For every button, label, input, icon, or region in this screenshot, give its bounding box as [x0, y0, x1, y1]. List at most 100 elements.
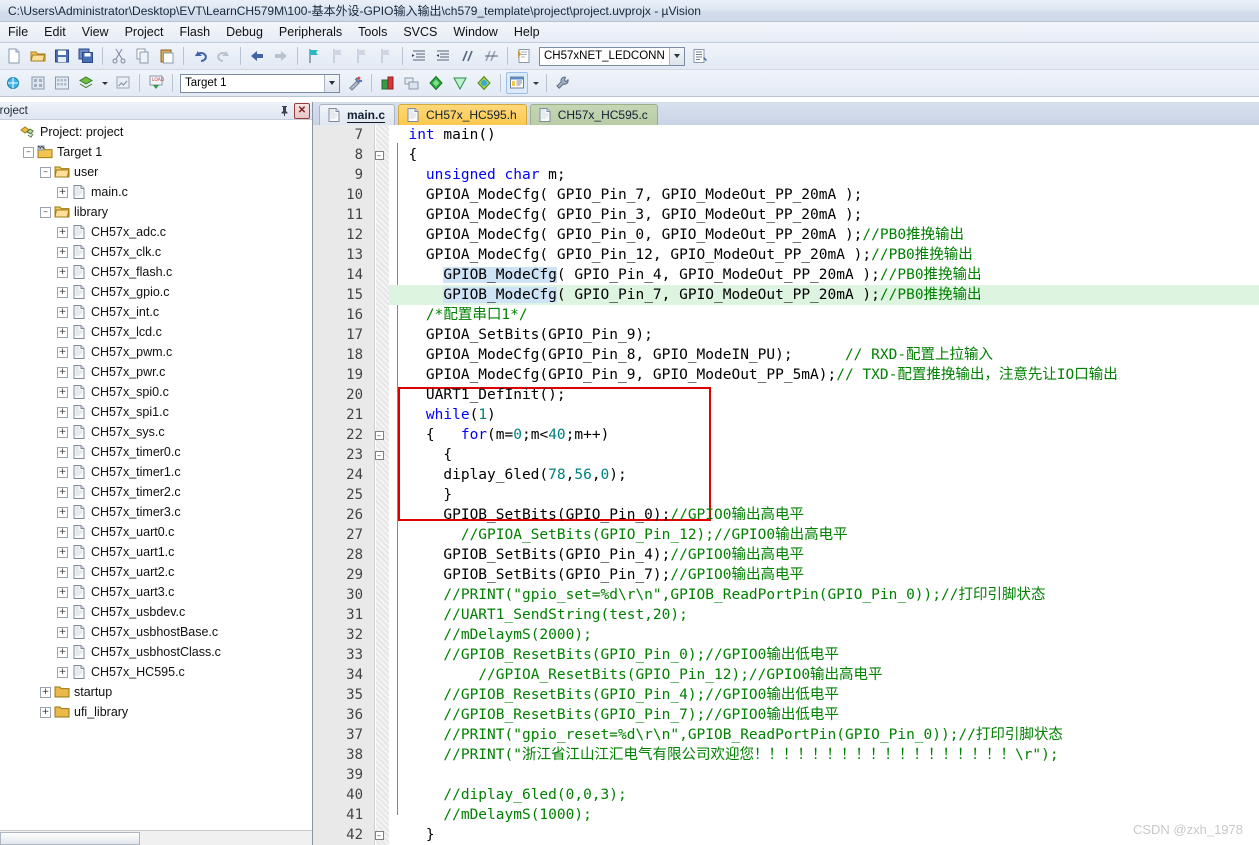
tree-item[interactable]: + CH57x_lcd.c — [0, 322, 312, 342]
fold-toggle-icon[interactable]: – — [369, 830, 389, 840]
save-all-icon[interactable] — [75, 45, 97, 67]
target-combo[interactable]: Target 1 — [180, 73, 340, 93]
menu-item-peripherals[interactable]: Peripherals — [271, 23, 350, 41]
manage-components-diamond-icon[interactable] — [449, 72, 471, 94]
expand-icon[interactable]: + — [57, 666, 68, 678]
expand-icon[interactable]: + — [57, 506, 68, 518]
code-line[interactable]: 18 GPIOA_ModeCfg(GPIO_Pin_8, GPIO_ModeIN… — [313, 345, 1259, 365]
open-file-icon[interactable] — [27, 45, 49, 67]
code-line[interactable]: 42– } — [313, 825, 1259, 845]
expand-icon[interactable]: + — [57, 366, 68, 378]
code-line[interactable]: 33 //GPIOB_ResetBits(GPIO_Pin_0);//GPIO0… — [313, 645, 1259, 665]
tree-item[interactable]: + CH57x_adc.c — [0, 222, 312, 242]
fold-toggle-icon[interactable]: – — [369, 450, 389, 460]
batch-build-dropdown[interactable] — [99, 72, 110, 94]
expand-icon[interactable]: + — [57, 526, 68, 538]
expand-icon[interactable]: + — [57, 266, 68, 278]
code-line[interactable]: 24 diplay_6led(78,56,0); — [313, 465, 1259, 485]
indent-icon[interactable] — [408, 45, 430, 67]
code-line[interactable]: 7 int main() — [313, 125, 1259, 145]
code-line[interactable]: 20 UART1_DefInit(); — [313, 385, 1259, 405]
expand-icon[interactable]: + — [40, 706, 51, 718]
new-file-icon[interactable] — [3, 45, 25, 67]
chevron-down-icon[interactable] — [669, 47, 684, 65]
bookmark-clear-icon[interactable] — [375, 45, 397, 67]
code-line[interactable]: 40 //diplay_6led(0,0,3); — [313, 785, 1259, 805]
navigate-forward-icon[interactable] — [270, 45, 292, 67]
expand-icon[interactable]: + — [57, 446, 68, 458]
code-line[interactable]: 15 GPIOB_ModeCfg( GPIO_Pin_7, GPIO_ModeO… — [313, 285, 1259, 306]
expand-icon[interactable]: + — [40, 686, 51, 698]
code-line[interactable]: 30 //PRINT("gpio_set=%d\r\n",GPIOB_ReadP… — [313, 585, 1259, 605]
manage-runtime-icon[interactable] — [377, 72, 399, 94]
tree-item[interactable]: + CH57x_uart1.c — [0, 542, 312, 562]
tree-item[interactable]: + CH57x_int.c — [0, 302, 312, 322]
paste-icon[interactable] — [156, 45, 178, 67]
cut-icon[interactable] — [108, 45, 130, 67]
scrollbar-thumb[interactable] — [0, 832, 140, 845]
expand-icon[interactable]: + — [57, 186, 68, 198]
code-line[interactable]: 16 /*配置串口1*/ — [313, 305, 1259, 325]
target-options-icon[interactable] — [344, 72, 366, 94]
code-line[interactable]: 17 GPIOA_SetBits(GPIO_Pin_9); — [313, 325, 1259, 345]
menu-item-help[interactable]: Help — [506, 23, 548, 41]
window-layout-dropdown[interactable] — [530, 72, 541, 94]
expand-icon[interactable]: + — [57, 286, 68, 298]
tree-item[interactable]: + CH57x_spi0.c — [0, 382, 312, 402]
tree-item[interactable]: + CH57x_pwr.c — [0, 362, 312, 382]
editor-tab-CH57x_HC595-h[interactable]: CH57x_HC595.h — [398, 104, 527, 126]
code-line[interactable]: 12 GPIOA_ModeCfg( GPIO_Pin_0, GPIO_ModeO… — [313, 225, 1259, 245]
tree-item[interactable]: + CH57x_flash.c — [0, 262, 312, 282]
editor-tab-CH57x_HC595-c[interactable]: CH57x_HC595.c — [529, 104, 658, 126]
chevron-down-icon[interactable] — [324, 74, 339, 92]
code-lines[interactable]: 7 int main() 8– {9 unsigned char m; 10 GPI… — [313, 125, 1259, 845]
expand-icon[interactable]: + — [57, 566, 68, 578]
copy-icon[interactable] — [132, 45, 154, 67]
code-line[interactable]: 34 //GPIOA_ResetBits(GPIO_Pin_12);//GPIO… — [313, 665, 1259, 685]
comment-icon[interactable] — [456, 45, 478, 67]
code-line[interactable]: 21 while(1) — [313, 405, 1259, 425]
rebuild-icon[interactable] — [51, 72, 73, 94]
code-line[interactable]: 27 //GPIOA_SetBits(GPIO_Pin_12);//GPIO0输… — [313, 525, 1259, 545]
menu-item-edit[interactable]: Edit — [36, 23, 74, 41]
menu-item-file[interactable]: File — [0, 23, 36, 41]
tree-item[interactable]: + CH57x_gpio.c — [0, 282, 312, 302]
code-line[interactable]: 35 //GPIOB_ResetBits(GPIO_Pin_4);//GPIO0… — [313, 685, 1259, 705]
find-in-files-icon[interactable] — [513, 45, 535, 67]
tree-item[interactable]: + CH57x_uart3.c — [0, 582, 312, 602]
expand-icon[interactable]: + — [57, 346, 68, 358]
code-line[interactable]: 13 GPIOA_ModeCfg( GPIO_Pin_12, GPIO_Mode… — [313, 245, 1259, 265]
code-line[interactable]: 11 GPIOA_ModeCfg( GPIO_Pin_3, GPIO_ModeO… — [313, 205, 1259, 225]
code-line[interactable]: 14 GPIOB_ModeCfg( GPIO_Pin_4, GPIO_ModeO… — [313, 265, 1259, 285]
tree-item[interactable]: + CH57x_timer3.c — [0, 502, 312, 522]
tree-item[interactable]: + CH57x_HC595.c — [0, 662, 312, 682]
expand-icon[interactable]: + — [57, 586, 68, 598]
expand-icon[interactable]: + — [57, 546, 68, 558]
bookmark-toggle-icon[interactable] — [303, 45, 325, 67]
expand-icon[interactable]: + — [57, 226, 68, 238]
bookmark-next-icon[interactable] — [351, 45, 373, 67]
expand-icon[interactable]: + — [57, 486, 68, 498]
stop-build-icon[interactable] — [112, 72, 134, 94]
outdent-icon[interactable] — [432, 45, 454, 67]
tree-item[interactable]: + CH57x_uart2.c — [0, 562, 312, 582]
tree-item[interactable]: + CH57x_timer2.c — [0, 482, 312, 502]
code-line[interactable]: 32 //mDelaymS(2000); — [313, 625, 1259, 645]
tree-item[interactable]: – Target 1 — [0, 142, 312, 162]
tree-item[interactable]: + CH57x_sys.c — [0, 422, 312, 442]
code-line[interactable]: 31 //UART1_SendString(test,20); — [313, 605, 1259, 625]
download-icon[interactable]: LOAD — [145, 72, 167, 94]
expand-icon[interactable]: + — [57, 246, 68, 258]
fold-toggle-icon[interactable]: – — [369, 430, 389, 440]
uncomment-icon[interactable] — [480, 45, 502, 67]
code-line[interactable]: 19 GPIOA_ModeCfg(GPIO_Pin_9, GPIO_ModeOu… — [313, 365, 1259, 385]
tree-item[interactable]: + ufi_library — [0, 702, 312, 722]
undo-icon[interactable] — [189, 45, 211, 67]
expand-icon[interactable]: + — [57, 626, 68, 638]
menu-item-view[interactable]: View — [74, 23, 117, 41]
expand-icon[interactable]: + — [57, 426, 68, 438]
close-icon[interactable]: ✕ — [294, 102, 310, 119]
code-line[interactable]: 23– { — [313, 445, 1259, 465]
expand-icon[interactable]: + — [57, 326, 68, 338]
code-line[interactable]: 25 } — [313, 485, 1259, 505]
